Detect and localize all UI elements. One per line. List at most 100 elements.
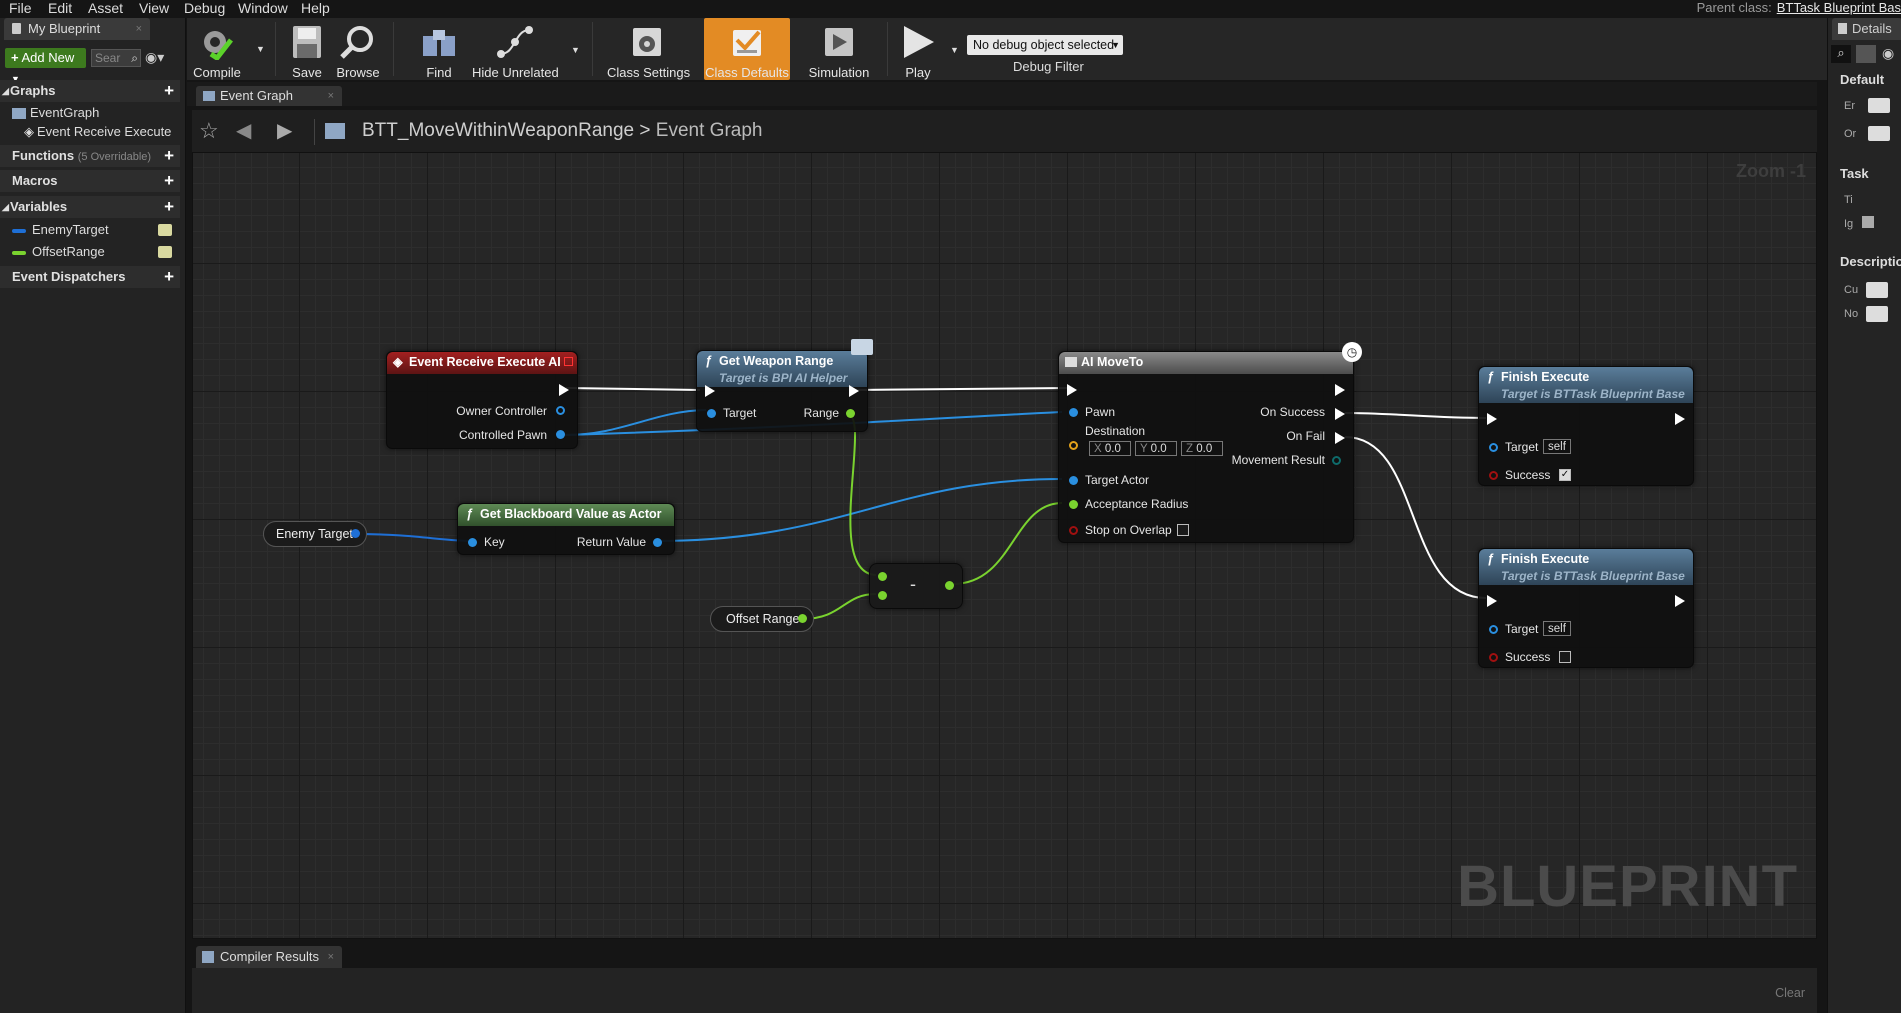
target-self-field[interactable]: self [1543, 621, 1571, 636]
destination-pin[interactable] [1069, 441, 1078, 450]
target-pin[interactable] [1489, 443, 1498, 452]
exec-out-pin[interactable] [1675, 413, 1685, 425]
description-field[interactable] [1866, 306, 1888, 322]
compile-options-arrow-icon[interactable]: ▼ [256, 44, 265, 54]
close-tab-icon[interactable]: × [328, 946, 334, 968]
menu-asset[interactable]: Asset [88, 0, 123, 16]
controlled-pawn-pin[interactable] [556, 430, 565, 439]
ai-moveto-node[interactable]: AI MoveTo ◷ Pawn Destination X 0.0 Y 0.0… [1058, 342, 1362, 543]
get-weapon-range-node[interactable]: ƒ Get Weapon Range Target is BPI AI Help… [696, 339, 873, 432]
subtract-b-pin[interactable] [878, 591, 887, 600]
menu-file[interactable]: File [9, 0, 32, 16]
graphs-section[interactable]: ◢ Graphs + [0, 80, 180, 102]
key-pin[interactable] [468, 538, 477, 547]
variables-section[interactable]: ◢ Variables + [0, 196, 180, 218]
exec-in-pin[interactable] [1487, 413, 1497, 425]
back-arrow-icon[interactable]: ◀ [236, 118, 251, 143]
browse-button[interactable]: Browse [335, 18, 381, 80]
offset-range-pin[interactable] [798, 614, 807, 623]
owner-controller-pin[interactable] [556, 406, 565, 415]
destination-y-field[interactable]: Y 0.0 [1135, 441, 1177, 456]
offset-range-variable-node[interactable]: Offset Range [710, 606, 814, 632]
default-picker[interactable] [1868, 126, 1890, 141]
add-graph-icon[interactable]: + [164, 80, 174, 102]
variable-enemytarget[interactable]: EnemyTarget [12, 221, 180, 239]
hide-unrelated-options-arrow-icon[interactable]: ▼ [571, 45, 580, 55]
functions-section[interactable]: Functions (5 Overridable) + [0, 145, 180, 167]
on-fail-exec-pin[interactable] [1335, 432, 1345, 444]
search-input[interactable]: Sear ⌕ [91, 49, 141, 67]
add-variable-icon[interactable]: + [164, 196, 174, 218]
pawn-pin[interactable] [1069, 408, 1078, 417]
add-macro-icon[interactable]: + [164, 170, 174, 192]
save-button[interactable]: Save [287, 18, 327, 80]
visibility-eye-icon[interactable]: ◉▾ [145, 49, 164, 66]
target-actor-pin[interactable] [1069, 476, 1078, 485]
success-pin[interactable] [1489, 471, 1498, 480]
movement-result-pin[interactable] [1332, 456, 1341, 465]
task-section[interactable]: Task [1828, 166, 1901, 181]
event-receive-execute-ai-node[interactable]: ◈ Event Receive Execute AI Owner Control… [386, 351, 578, 449]
menu-debug[interactable]: Debug [184, 0, 225, 16]
eye-icon[interactable]: ◉ [1882, 45, 1894, 62]
tree-item-eventgraph[interactable]: EventGraph [12, 104, 99, 122]
description-field[interactable] [1866, 282, 1888, 298]
menu-edit[interactable]: Edit [48, 0, 72, 16]
subtract-result-pin[interactable] [945, 581, 954, 590]
close-tab-icon[interactable]: × [136, 18, 142, 40]
close-tab-icon[interactable]: × [328, 86, 334, 106]
target-pin[interactable] [1489, 625, 1498, 634]
search-icon[interactable]: ⌕ [1831, 45, 1851, 63]
simulation-button[interactable]: Simulation [799, 18, 879, 80]
details-tab[interactable]: Details [1832, 18, 1901, 40]
finish-execute-success-node[interactable]: ƒ Finish Execute Target is BTTask Bluepr… [1478, 366, 1694, 486]
parent-class-link[interactable]: BTTask Blueprint Bas [1777, 0, 1901, 15]
event-graph-tab[interactable]: Event Graph × [196, 86, 342, 106]
my-blueprint-tab[interactable]: My Blueprint × [4, 18, 150, 40]
finish-execute-fail-node[interactable]: ƒ Finish Execute Target is BTTask Bluepr… [1478, 548, 1694, 668]
class-settings-button[interactable]: Class Settings [607, 18, 690, 80]
find-button[interactable]: Find [419, 18, 459, 80]
exec-out-pin[interactable] [1335, 384, 1345, 396]
success-checkbox[interactable] [1559, 651, 1571, 663]
default-dropdown[interactable] [1868, 98, 1890, 113]
eye-icon[interactable] [158, 246, 172, 258]
add-function-icon[interactable]: + [164, 145, 174, 167]
default-section[interactable]: Default [1828, 72, 1901, 87]
target-pin[interactable] [707, 409, 716, 418]
get-blackboard-value-node[interactable]: ƒ Get Blackboard Value as Actor Key Retu… [457, 503, 675, 555]
play-button[interactable]: Play [893, 18, 943, 80]
subtract-node[interactable]: - [869, 563, 963, 609]
exec-in-pin[interactable] [1067, 384, 1077, 396]
exec-in-pin[interactable] [1487, 595, 1497, 607]
compiler-results-tab[interactable]: Compiler Results × [196, 946, 342, 968]
acceptance-radius-pin[interactable] [1069, 500, 1078, 509]
target-self-field[interactable]: self [1543, 439, 1571, 454]
breadcrumb-root[interactable]: BTT_MoveWithinWeaponRange [362, 120, 634, 141]
play-options-arrow-icon[interactable]: ▼ [950, 45, 959, 55]
return-value-pin[interactable] [653, 538, 662, 547]
enemy-target-variable-node[interactable]: Enemy Target [263, 521, 367, 547]
destination-x-field[interactable]: X 0.0 [1089, 441, 1131, 456]
menu-window[interactable]: Window [238, 0, 288, 16]
success-pin[interactable] [1489, 653, 1498, 662]
exec-out-pin[interactable] [849, 385, 859, 397]
subtract-a-pin[interactable] [878, 572, 887, 581]
compile-button[interactable]: Compile [192, 18, 242, 80]
event-graph-canvas[interactable]: Zoom -1 BLUEPRINT ◈ Event Receive Execut… [192, 152, 1817, 939]
add-dispatcher-icon[interactable]: + [164, 266, 174, 288]
stop-on-overlap-pin[interactable] [1069, 526, 1078, 535]
tree-item-event-receive-execute[interactable]: ◈ Event Receive Execute [24, 123, 171, 141]
clear-button[interactable]: Clear [1775, 986, 1805, 1000]
stop-on-overlap-checkbox[interactable] [1177, 524, 1189, 536]
forward-arrow-icon[interactable]: ▶ [277, 118, 292, 143]
delegate-pin-icon[interactable] [564, 357, 573, 366]
hide-unrelated-button[interactable]: Hide Unrelated [472, 18, 559, 80]
class-defaults-button[interactable]: Class Defaults [704, 18, 790, 80]
range-pin[interactable] [846, 409, 855, 418]
menu-view[interactable]: View [139, 0, 169, 16]
menu-help[interactable]: Help [301, 0, 330, 16]
event-dispatchers-section[interactable]: Event Dispatchers + [0, 266, 180, 288]
variable-offsetrange[interactable]: OffsetRange [12, 243, 180, 261]
exec-out-pin[interactable] [559, 384, 569, 396]
